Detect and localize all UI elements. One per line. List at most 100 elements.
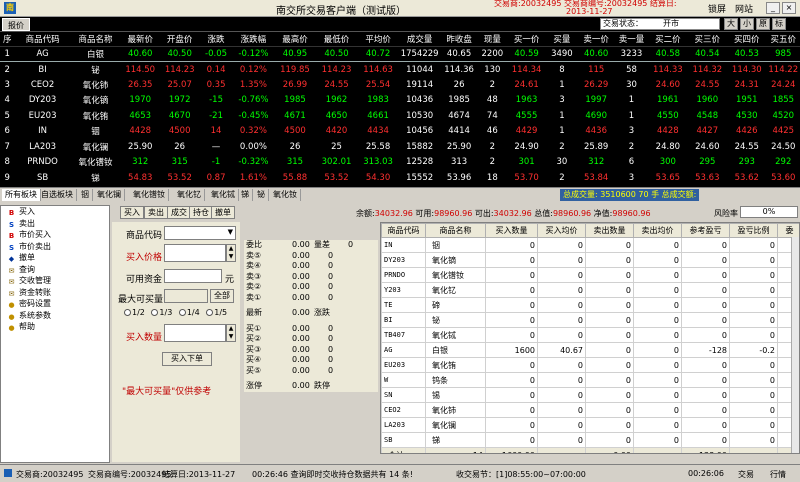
positions-col-header[interactable]: 买入数量: [485, 223, 538, 238]
radio-third[interactable]: [151, 309, 159, 316]
board-tab[interactable]: 氧化钇: [174, 189, 205, 201]
nav-item[interactable]: B 市价买入: [1, 229, 109, 241]
market-row[interactable]: 7 LA203 氧化镧 25.90 26 — 0.00% 26 25 25.58 15882 25.9…: [0, 139, 800, 155]
board-tab[interactable]: 氧化铽: [208, 189, 239, 201]
market-row[interactable]: 1 AG 白银 40.60 40.50 -0.05 -0.12% 40.95 40.50 40.7…: [0, 45, 800, 62]
positions-row[interactable]: LA203 氧化镧 0 0 0 0 0 0: [381, 417, 799, 433]
market-row[interactable]: 6 IN 铟 4428 4500 14 0.32% 4500 4420 4434 10456 4414…: [0, 124, 800, 140]
market-col-header[interactable]: 买三价: [687, 32, 728, 47]
market-col-header[interactable]: 卖一价: [577, 32, 615, 47]
positions-row[interactable]: SN 锡 0 0 0 0 0 0: [381, 387, 799, 403]
market-row[interactable]: 8 PRNDO 氧化镨钕 312 315 -1 -0.32% 315 302.01 313.03 1…: [0, 155, 800, 171]
positions-col-header[interactable]: 卖出数量: [585, 223, 634, 238]
positions-scrollbar[interactable]: [791, 237, 799, 453]
tab-quote[interactable]: 报价: [2, 18, 30, 31]
commodity-code-select[interactable]: ▼: [164, 226, 236, 240]
positions-col-header[interactable]: 卖出均价: [633, 223, 682, 238]
toolbar-sell-button[interactable]: 卖出: [144, 206, 168, 219]
market-col-header[interactable]: 买量: [546, 32, 578, 47]
market-row[interactable]: 4 DY203 氧化镝 1970 1972 -15 -0.76% 1985 1962 1983 10…: [0, 93, 800, 109]
close-button[interactable]: ×: [782, 2, 796, 14]
toolbar-cancel-button[interactable]: 撤单: [211, 206, 235, 219]
buy-price-input[interactable]: [164, 244, 226, 262]
nav-item[interactable]: S 卖出: [1, 218, 109, 230]
lock-screen-button[interactable]: 锁屏: [708, 2, 726, 15]
market-col-header[interactable]: 商品名称: [70, 32, 121, 47]
positions-col-header[interactable]: 商品名称: [425, 223, 486, 238]
positions-col-header[interactable]: 买入均价: [537, 223, 586, 238]
board-tab[interactable]: 自选板块: [38, 189, 77, 201]
positions-col-header[interactable]: 参考盈亏: [681, 223, 730, 238]
positions-row[interactable]: DY203 氧化镝 0 0 0 0 0 0: [381, 252, 799, 268]
board-tab[interactable]: 氧化镨钕: [130, 189, 169, 201]
board-tab[interactable]: 所有板块: [2, 189, 41, 201]
market-col-header[interactable]: 卖一量: [614, 32, 649, 47]
market-col-header[interactable]: 现量: [477, 32, 507, 47]
font-standard-button[interactable]: 标: [772, 18, 786, 30]
toolbar-trades-button[interactable]: 成交: [167, 206, 191, 219]
quantity-spinner[interactable]: ▲ ▼: [226, 324, 236, 342]
market-col-header[interactable]: 涨跌幅: [232, 32, 275, 47]
positions-row[interactable]: PRNDO 氧化镨钕 0 0 0 0 0 0: [381, 267, 799, 283]
nav-item[interactable]: S 市价卖出: [1, 241, 109, 253]
positions-row[interactable]: W 钨条 0 0 0 0 0 0: [381, 372, 799, 388]
positions-row[interactable]: IN 铟 0 0 0 0 0 0: [381, 237, 799, 253]
market-col-header[interactable]: 涨跌: [199, 32, 233, 47]
positions-row[interactable]: Y203 氧化钇 0 0 0 0 0 0: [381, 282, 799, 298]
price-spinner[interactable]: ▲ ▼: [226, 244, 236, 262]
radio-half[interactable]: [124, 309, 131, 316]
nav-item[interactable]: ◆ 撤单: [1, 252, 109, 264]
positions-row[interactable]: AG 白银 1600 40.67 0 0 -128 -0.2: [381, 342, 799, 358]
market-col-header[interactable]: 买一价: [506, 32, 547, 47]
positions-row[interactable]: TB407 氧化铽 0 0 0 0 0 0: [381, 327, 799, 343]
status-quote-label[interactable]: 行情: [770, 469, 786, 480]
market-row[interactable]: 3 CEO2 氧化铈 26.35 25.07 0.35 1.35% 26.99 24.55 25.…: [0, 77, 800, 93]
board-tab[interactable]: 铋: [254, 189, 269, 201]
market-col-header[interactable]: 序: [0, 32, 15, 47]
market-col-header[interactable]: 最新价: [120, 32, 160, 47]
positions-col-header[interactable]: 盈亏比例: [729, 223, 778, 238]
radio-quarter[interactable]: [178, 309, 186, 316]
market-col-header[interactable]: 最高价: [274, 32, 316, 47]
nav-item[interactable]: ● 系统参数: [1, 310, 109, 322]
nav-item[interactable]: B 买入: [1, 206, 109, 218]
positions-col-header[interactable]: 商品代码: [381, 223, 426, 238]
market-col-header[interactable]: 开盘价: [159, 32, 200, 47]
market-col-header[interactable]: 平均价: [357, 32, 399, 47]
nav-item[interactable]: ● 帮助: [1, 321, 109, 333]
market-col-header[interactable]: 成交量: [398, 32, 441, 47]
market-row[interactable]: 9 SB 锑 54.83 53.52 0.87 1.61% 55.88 53.52 54.30 15…: [0, 170, 800, 186]
market-col-header[interactable]: 买五价: [766, 32, 800, 47]
positions-col-header[interactable]: 委: [777, 223, 799, 238]
nav-item[interactable]: ● 密码设置: [1, 298, 109, 310]
positions-row[interactable]: CEO2 氧化铈 0 0 0 0 0 0: [381, 402, 799, 418]
market-col-header[interactable]: 买四价: [727, 32, 767, 47]
font-small-button[interactable]: 小: [740, 18, 754, 30]
radio-fifth[interactable]: [206, 309, 214, 316]
minimize-button[interactable]: _: [766, 2, 780, 14]
nav-item[interactable]: ✉ 资金转账: [1, 287, 109, 299]
board-tab[interactable]: 锑: [238, 189, 253, 201]
positions-row[interactable]: BI 铋 0 0 0 0 0 0: [381, 312, 799, 328]
buy-quantity-input[interactable]: [164, 324, 226, 342]
board-tab[interactable]: 氧化钕: [270, 189, 301, 201]
market-col-header[interactable]: 最低价: [315, 32, 358, 47]
font-large-button[interactable]: 大: [724, 18, 738, 30]
board-tab[interactable]: 氧化镧: [94, 189, 125, 201]
website-button[interactable]: 网站: [735, 2, 753, 15]
nav-item[interactable]: ✉ 交收管理: [1, 275, 109, 287]
positions-row[interactable]: SB 锑 0 0 0 0 0 0: [381, 432, 799, 448]
toolbar-positions-button[interactable]: 持仓: [189, 206, 213, 219]
submit-buy-button[interactable]: 买入下单: [162, 352, 212, 366]
all-button[interactable]: 全部: [210, 289, 234, 303]
positions-row[interactable]: TE 碲 0 0 0 0 0 0: [381, 297, 799, 313]
font-original-button[interactable]: 原: [756, 18, 770, 30]
positions-row[interactable]: EU203 氧化铕 0 0 0 0 0 0: [381, 357, 799, 373]
status-trade-label[interactable]: 交易: [738, 469, 754, 480]
market-row[interactable]: 2 BI 铋 114.50 114.23 0.14 0.12% 119.85 114.23 114…: [0, 62, 800, 78]
toolbar-buy-button[interactable]: 买入: [120, 206, 144, 219]
market-col-header[interactable]: 商品代码: [14, 32, 71, 47]
market-row[interactable]: 5 EU203 氧化铕 4653 4670 -21 -0.45% 4671 4650 4661 10…: [0, 108, 800, 124]
nav-item[interactable]: ✉ 查询: [1, 264, 109, 276]
market-col-header[interactable]: 买二价: [648, 32, 688, 47]
